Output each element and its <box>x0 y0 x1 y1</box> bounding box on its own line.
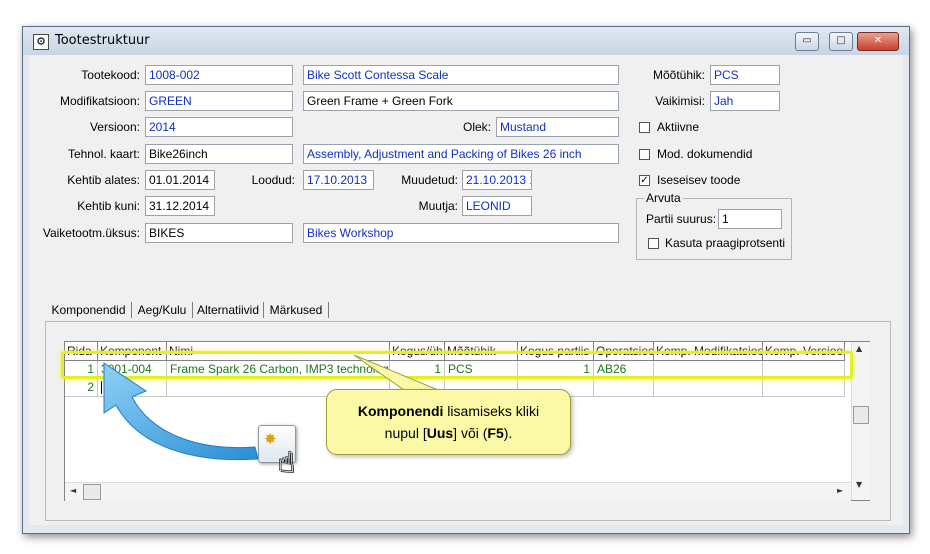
arvuta-group <box>636 198 792 260</box>
muudetud-label: Muudetud: <box>401 173 458 187</box>
vaiketootm-label: Vaiketootm.üksus: <box>42 226 140 240</box>
callout-bold-uus: Uus <box>426 425 454 441</box>
iseseisev-toode-checkbox[interactable]: ✓ <box>639 175 650 186</box>
arvuta-legend: Arvuta <box>644 191 683 205</box>
mod-dokumendid-label: Mod. dokumendid <box>657 147 753 161</box>
callout-pointer <box>353 354 439 391</box>
kasuta-praagiprotsenti-checkbox[interactable] <box>648 238 659 249</box>
close-button[interactable]: ✕ <box>857 32 899 51</box>
vaiketootm-field[interactable]: BIKES <box>145 223 293 243</box>
curved-arrow-icon <box>103 362 259 461</box>
callout-text: nupul [ <box>384 425 427 441</box>
window-title: Tootestruktuur <box>55 33 150 48</box>
mod-dokumendid-checkbox[interactable] <box>639 149 650 160</box>
loodud-field[interactable]: 17.10.2013 <box>303 170 374 190</box>
tehnol-kaart-description[interactable]: Assembly, Adjustment and Packing of Bike… <box>303 144 619 164</box>
iseseisev-toode-label: Iseseisev toode <box>657 173 741 187</box>
modifikatsioon-label: Modifikatsioon: <box>59 94 140 108</box>
modifikatsioon-description[interactable]: Green Frame + Green Fork <box>303 91 619 111</box>
kehtib-kuni-field[interactable]: 31.12.2014 <box>145 196 215 216</box>
callout-text: ). <box>503 425 513 441</box>
kehtib-kuni-label: Kehtib kuni: <box>77 199 140 213</box>
tab-separator <box>328 302 329 318</box>
callout-bold-komponendi: Komponendi <box>357 403 444 419</box>
muutja-field[interactable]: LEONID <box>462 196 532 216</box>
kehtib-alates-field[interactable]: 01.01.2014 <box>145 170 215 190</box>
tab-separator <box>192 302 193 318</box>
tootekood-label: Tootekood: <box>81 68 140 82</box>
partii-suurus-label: Partii suurus: <box>646 212 717 226</box>
hint-callout: Komponendi lisamiseks kliki nupul [Uus] … <box>326 389 571 455</box>
scrollbar-thumb[interactable] <box>853 406 869 424</box>
callout-line-1: Komponendi lisamiseks kliki <box>327 400 570 422</box>
hscrollbar-thumb[interactable] <box>83 484 101 500</box>
hand-cursor-icon: ☝ <box>278 446 296 479</box>
vaikimisi-field[interactable]: Jah <box>710 91 780 111</box>
tehnol-kaart-field[interactable]: Bike26inch <box>145 144 293 164</box>
tab-separator <box>263 302 264 318</box>
tab-separator <box>131 302 132 318</box>
modifikatsioon-field[interactable]: GREEN <box>145 91 293 111</box>
horizontal-scrollbar[interactable]: ◄ ► <box>65 482 851 501</box>
tab-komponendid[interactable]: Komponendid <box>47 300 130 320</box>
tehnol-kaart-label: Tehnol. kaart: <box>67 147 140 161</box>
olek-label: Olek: <box>462 120 491 134</box>
callout-line-2: nupul [Uus] või (F5). <box>327 422 570 444</box>
sparkle-icon: ✸ <box>264 430 277 448</box>
mootuhik-label: Mõõtühik: <box>652 68 705 82</box>
mootuhik-field[interactable]: PCS <box>710 65 780 85</box>
minimize-button[interactable]: ▭ <box>795 32 819 51</box>
komp-versioon-cell[interactable] <box>763 379 845 397</box>
aktiivne-label: Aktiivne <box>657 120 700 134</box>
olek-field[interactable]: Mustand <box>496 117 619 137</box>
callout-bold-f5: F5 <box>487 425 504 441</box>
callout-text: lisamiseks kliki <box>443 403 540 419</box>
scroll-right-icon[interactable]: ► <box>837 486 843 495</box>
versioon-label: Versioon: <box>89 120 140 134</box>
maximize-button[interactable]: □ <box>829 32 853 51</box>
scroll-left-icon[interactable]: ◄ <box>70 486 76 495</box>
scroll-down-icon[interactable]: ▼ <box>856 480 862 489</box>
tootekood-description[interactable]: Bike Scott Contessa Scale <box>303 65 619 85</box>
tab-markused[interactable]: Märkused <box>265 300 327 320</box>
tab-aeg-kulu[interactable]: Aeg/Kulu <box>133 300 191 320</box>
scroll-up-icon[interactable]: ▲ <box>856 344 862 353</box>
gear-icon: ⚙ <box>33 34 49 50</box>
vertical-scrollbar[interactable]: ▲ ▼ <box>851 342 870 500</box>
operatsioon-cell[interactable] <box>594 379 654 397</box>
tab-alternatiivid[interactable]: Alternatiivid <box>194 300 262 320</box>
title-bar[interactable]: ⚙ Tootestruktuur ▭ □ ✕ <box>23 27 909 55</box>
versioon-field[interactable]: 2014 <box>145 117 293 137</box>
muutja-label: Muutja: <box>418 199 458 213</box>
kehtib-alates-label: Kehtib alates: <box>67 173 140 187</box>
callout-text: ] või ( <box>453 425 488 441</box>
muudetud-field[interactable]: 21.10.2013 1 <box>462 170 532 190</box>
kasuta-praagiprotsenti-label: Kasuta praagiprotsenti <box>665 236 786 250</box>
partii-suurus-field[interactable]: 1 <box>718 209 782 229</box>
tootekood-field[interactable]: 1008-002 <box>145 65 293 85</box>
komp-modifikatsioon-cell[interactable] <box>654 379 763 397</box>
vaikimisi-label: Vaikimisi: <box>655 94 705 108</box>
vaiketootm-description[interactable]: Bikes Workshop <box>303 223 619 243</box>
aktiivne-checkbox[interactable] <box>639 122 650 133</box>
loodud-label: Loodud: <box>251 173 295 187</box>
